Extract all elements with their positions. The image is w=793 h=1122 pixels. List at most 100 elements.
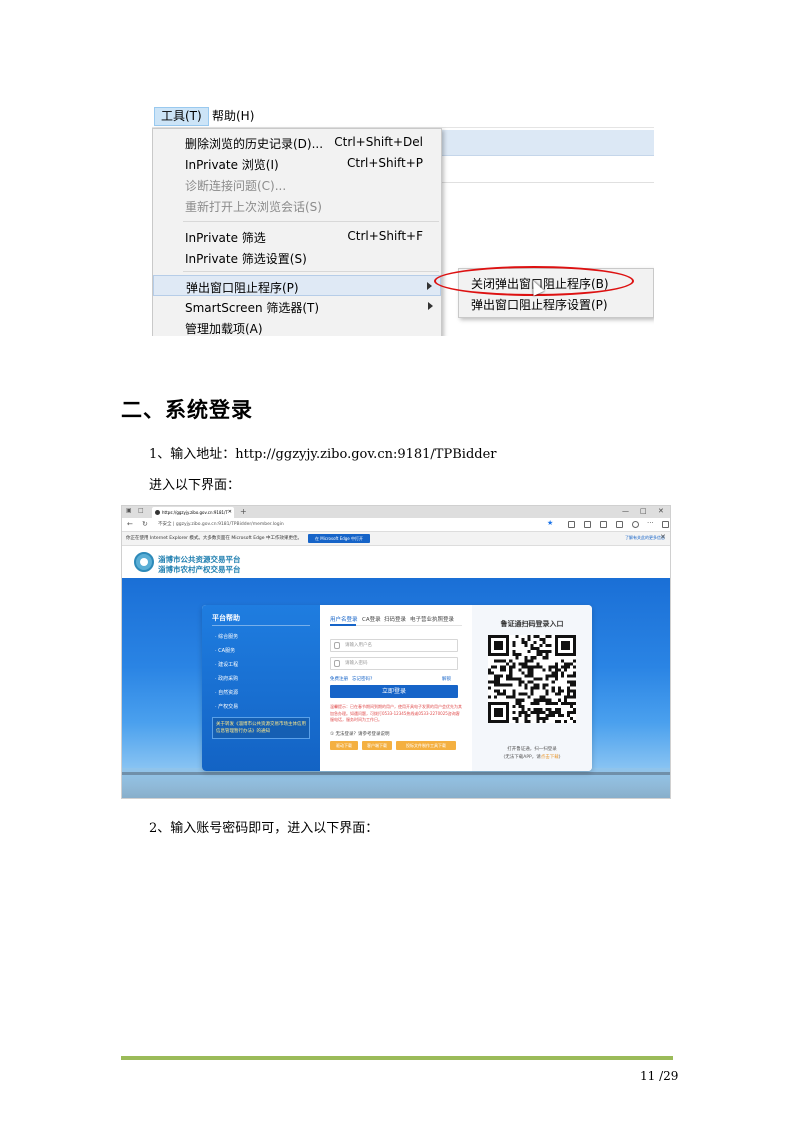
tools-dropdown: 删除浏览的历史记录(D)... Ctrl+Shift+Del InPrivate… — [152, 128, 442, 336]
help-item[interactable]: · 自然资源 — [215, 689, 238, 696]
section-title: 二、系统登录 — [121, 398, 253, 422]
toolbar-divider — [440, 182, 654, 183]
close-window-icon[interactable]: ✕ — [658, 506, 664, 517]
app-download-link[interactable]: 点击下载 — [541, 755, 559, 760]
login-button[interactable]: 立即登录 — [330, 685, 458, 698]
menu-help[interactable]: 帮助(H) — [206, 107, 260, 126]
tab-scan-login[interactable]: 扫码登录 — [384, 615, 406, 623]
submenu-arrow-icon — [427, 282, 432, 290]
help-item[interactable]: · CA服务 — [215, 647, 235, 654]
username-placeholder: 请输入用户名 — [345, 643, 372, 648]
ie-menu-screenshot: 工具(T) 帮助(H) 删除浏览的历史记录(D)... Ctrl+Shift+D… — [152, 104, 654, 336]
user-icon — [334, 642, 340, 649]
open-in-edge-button[interactable]: 在 Microsoft Edge 中打开 — [308, 534, 370, 543]
restore-icon[interactable]: □ — [640, 506, 647, 517]
qr-title: 鲁证通扫码登录入口 — [500, 620, 564, 628]
menubar: 工具(T) 帮助(H) — [152, 104, 654, 128]
help-item[interactable]: · 产权交易 — [215, 703, 238, 710]
active-tab-indicator — [330, 624, 356, 626]
help-item[interactable]: · 建设工程 — [215, 661, 238, 668]
infobar-close-icon[interactable]: ✕ — [660, 533, 666, 541]
password-input[interactable]: 请输入密码 — [330, 657, 458, 670]
login-page-screenshot: ▣ □ https://ggzyjy.zibo.gov.cn:9181/T ✕ … — [121, 505, 671, 799]
menu-item-popup-blocker[interactable]: 弹出窗口阻止程序(P) — [153, 275, 441, 296]
help-title: 平台帮助 — [212, 614, 240, 622]
client-download-button[interactable]: 客户端下载 — [362, 741, 392, 750]
login-form: 用户名登录 CA登录 扫码登录 电子营业执照登录 请输入用户名 请输入密码 免费… — [320, 605, 472, 771]
learn-more-link[interactable]: 了解有关此的更多信息 — [625, 535, 665, 541]
new-tab-icon[interactable]: + — [240, 506, 247, 517]
menu-item-label: InPrivate 浏览(I) — [185, 158, 279, 172]
refresh-icon[interactable]: ↻ — [142, 520, 148, 528]
browser-address-bar: ← ↻ 不安全 | ggzyjy.zibo.gov.cn:9181/TPBidd… — [122, 518, 670, 532]
tab-username-login[interactable]: 用户名登录 — [330, 615, 358, 623]
favicon-icon — [155, 510, 160, 515]
menu-item-shortcut: Ctrl+Shift+F — [347, 229, 423, 243]
menu-item-inprivate-filter[interactable]: InPrivate 筛选 Ctrl+Shift+F — [153, 226, 441, 247]
login-notice: 温馨提示：已在春节期间到期的用户，使用开具电子发票的用户会优先为其加急办理。如遇… — [330, 704, 462, 722]
back-icon[interactable]: ← — [127, 520, 133, 528]
browser-tab[interactable]: https://ggzyjy.zibo.gov.cn:9181/T ✕ — [152, 507, 234, 518]
forgot-password-link[interactable]: 忘记密码? — [352, 676, 372, 682]
submenu-item-popup-blocker-settings[interactable]: 弹出窗口阻止程序设置(P) — [459, 293, 653, 314]
menu-item-diagnose: 诊断连接问题(C)... — [153, 174, 441, 195]
bid-tool-download-button[interactable]: 投标文件制作工具下载 — [396, 741, 456, 750]
qr-modules — [488, 635, 576, 723]
sidebar-icon[interactable] — [662, 521, 669, 528]
register-link[interactable]: 免费注册 — [330, 676, 348, 682]
app-menu-icon[interactable]: ▣ — [126, 507, 132, 514]
reading-view-icon[interactable] — [568, 521, 575, 528]
menu-item-inprivate-filter-settings[interactable]: InPrivate 筛选设置(S) — [153, 247, 441, 268]
menu-item-label: InPrivate 筛选 — [185, 231, 266, 245]
ie-mode-infobar: 你正在使用 Internet Explorer 模式。大多数页面在 Micros… — [122, 532, 670, 546]
login-help-link[interactable]: ① 无法登录？请参考登录说明 — [330, 731, 389, 737]
profile-icon[interactable] — [632, 521, 639, 528]
help-divider — [212, 625, 310, 626]
submenu-arrow-icon — [428, 302, 433, 310]
close-tab-icon[interactable]: ✕ — [228, 507, 232, 518]
qr-login-panel: 鲁证通扫码登录入口 打开鲁证通，扫一扫登录 (无法下载APP，请点击下载) — [472, 605, 592, 771]
menu-separator — [183, 221, 439, 222]
tab-actions-icon[interactable]: □ — [138, 507, 144, 514]
username-input[interactable]: 请输入用户名 — [330, 639, 458, 652]
step1-followup-paragraph: 进入以下界面： — [149, 478, 241, 493]
address-bar-fragment — [440, 130, 654, 156]
qr-download-hint: (无法下载APP，请点击下载) — [472, 754, 592, 760]
site-title-secondary: 淄博市农村产权交易平台 — [158, 565, 241, 574]
notice-banner[interactable]: 关于转发《淄博市公共资源交易市场主体信用信息管理暂行办法》的通知 — [212, 717, 310, 739]
menu-item-shortcut: Ctrl+Shift+P — [347, 156, 423, 170]
more-icon[interactable]: ··· — [647, 519, 654, 527]
minimize-icon[interactable]: — — [622, 506, 629, 517]
help-item[interactable]: · 综合服务 — [215, 633, 238, 640]
unlock-link[interactable]: 解锁 — [442, 676, 451, 682]
menu-item-manage-addons[interactable]: 管理加载项(A) — [153, 317, 441, 336]
password-placeholder: 请输入密码 — [345, 661, 368, 666]
browser-tab-bar: ▣ □ https://ggzyjy.zibo.gov.cn:9181/T ✕ … — [122, 506, 670, 518]
favorites-bar-icon[interactable] — [616, 521, 623, 528]
menu-item-inprivate-browsing[interactable]: InPrivate 浏览(I) Ctrl+Shift+P — [153, 153, 441, 174]
url-field[interactable]: 不安全 | ggzyjy.zibo.gov.cn:9181/TPBidder/m… — [158, 520, 538, 530]
favorite-star-icon[interactable]: ★ — [547, 519, 553, 527]
help-item[interactable]: · 政府采购 — [215, 675, 238, 682]
footer-rule — [121, 1056, 673, 1060]
menu-item-shortcut: Ctrl+Shift+Del — [334, 135, 423, 149]
step1-paragraph: 1、输入地址：http://ggzyjy.zibo.gov.cn:9181/TP… — [149, 447, 497, 462]
login-hero: 平台帮助 · 综合服务 · CA服务 · 建设工程 · 政府采购 · 自然资源 … — [122, 578, 670, 798]
menu-item-label: InPrivate 筛选设置(S) — [185, 252, 307, 266]
tab-ca-login[interactable]: CA登录 — [362, 615, 381, 623]
collections-icon[interactable] — [600, 521, 607, 528]
menu-item-label: 弹出窗口阻止程序(P) — [186, 281, 299, 295]
extensions-icon[interactable] — [584, 521, 591, 528]
menu-tools[interactable]: 工具(T) — [154, 107, 209, 126]
login-card: 平台帮助 · 综合服务 · CA服务 · 建设工程 · 政府采购 · 自然资源 … — [202, 605, 592, 771]
tab-license-login[interactable]: 电子营业执照登录 — [410, 615, 454, 623]
driver-download-button[interactable]: 驱动下载 — [330, 741, 358, 750]
qr-code-icon[interactable] — [488, 635, 576, 723]
menu-item-label: SmartScreen 筛选器(T) — [185, 301, 320, 315]
menu-item-smartscreen[interactable]: SmartScreen 筛选器(T) — [153, 296, 441, 317]
qr-hint-prefix: (无法下载APP，请 — [503, 755, 541, 760]
menu-item-label: 弹出窗口阻止程序设置(P) — [471, 298, 608, 312]
bridge-deck — [122, 772, 670, 775]
menu-item-reopen-session: 重新打开上次浏览会话(S) — [153, 195, 441, 216]
menu-item-delete-history[interactable]: 删除浏览的历史记录(D)... Ctrl+Shift+Del — [153, 132, 441, 153]
